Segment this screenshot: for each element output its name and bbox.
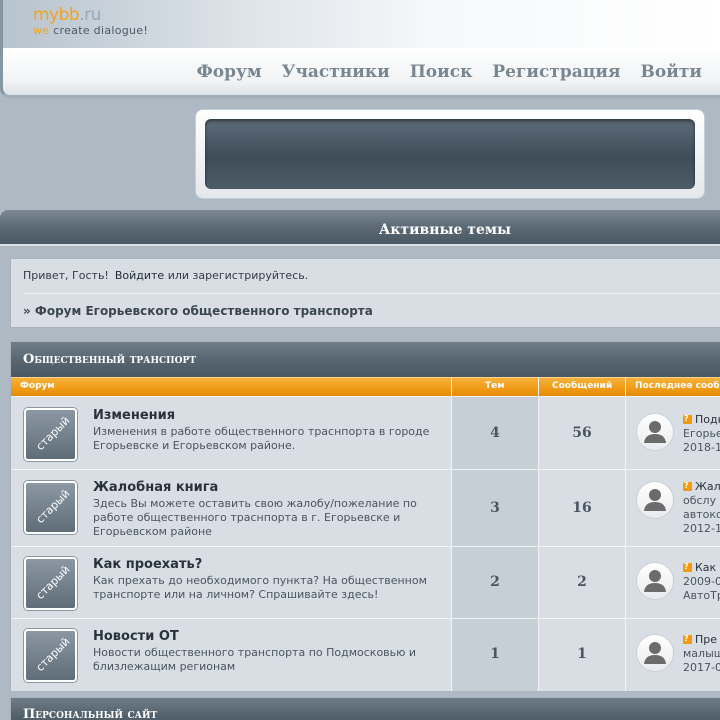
logo-tagline: we create dialogue! — [33, 24, 149, 37]
forum-name-link[interactable]: Как проехать? — [93, 557, 202, 572]
last-post-topic-link[interactable]: Подк — [695, 413, 720, 426]
last-post-line: автоко — [683, 508, 720, 521]
column-divider — [625, 377, 626, 691]
forum-description: Новости общественного транспорта по Подм… — [93, 646, 417, 673]
last-post-info: Подк Егорье 2018-1 — [683, 413, 720, 455]
forum-row: старый Изменения Изменения в работе обще… — [11, 396, 720, 469]
forum-status-icon: старый — [24, 408, 77, 461]
post-count: 56 — [572, 425, 592, 441]
post-count: 2 — [577, 574, 587, 590]
category-title[interactable]: Общественный транспорт — [23, 352, 196, 367]
topic-count: 2 — [490, 574, 500, 590]
welcome-message: Привет, Гость! Войдите или зарегистрируйт… — [23, 269, 308, 282]
last-post-info: Жал обслу автоко 2012-1 — [683, 480, 720, 536]
column-divider — [451, 377, 452, 691]
logo-brand: mybb.ru — [33, 5, 101, 25]
topic-count: 1 — [490, 646, 500, 662]
last-post-date: 2017-0 — [683, 661, 720, 674]
last-post-topic-link[interactable]: Жал — [695, 480, 720, 493]
login-link[interactable]: Войдите — [115, 269, 164, 282]
col-forum: Форум — [20, 381, 55, 391]
announcement-banner — [195, 109, 705, 199]
main-navigation: Форум Участники Поиск Регистрация Войти — [0, 48, 720, 98]
forum-description: Как прехать до необходимого пункта? На о… — [93, 574, 427, 601]
last-post-info: Как , 2009-0 АвтоТр — [683, 561, 720, 603]
new-post-icon[interactable] — [683, 480, 692, 493]
last-post-line: малыш — [683, 647, 720, 660]
register-link[interactable]: зарегистрируйтесь. — [193, 269, 309, 282]
last-post-date: 2012-1 — [683, 522, 720, 535]
forum-status-icon: старый — [24, 629, 77, 682]
forum-row: старый Новости ОТ Новости общественного … — [11, 618, 720, 691]
divider — [23, 293, 720, 294]
last-post-line: обслу — [683, 494, 717, 507]
last-post-topic-link[interactable]: Пре — [695, 633, 717, 646]
or-text: или — [164, 269, 193, 282]
active-topics-link[interactable]: Активные темы — [379, 222, 511, 238]
topic-count: 4 — [490, 425, 500, 441]
forum-name-link[interactable]: Новости ОТ — [93, 629, 179, 644]
column-divider — [538, 377, 539, 691]
category-header: Общественный транспорт — [11, 342, 720, 377]
user-avatar-icon[interactable] — [637, 563, 673, 599]
welcome-panel: Привет, Гость! Войдите или зарегистрируйт… — [10, 258, 720, 328]
new-post-icon[interactable] — [683, 413, 692, 426]
forum-name-link[interactable]: Изменения — [93, 408, 175, 423]
last-post-date: 2018-1 — [683, 441, 720, 454]
last-post-line: Егорье — [683, 427, 720, 440]
nav-register[interactable]: Регистрация — [492, 62, 620, 82]
new-post-icon[interactable] — [683, 561, 692, 574]
announcement-panel — [205, 119, 695, 189]
col-topics: Тем — [485, 381, 505, 391]
nav-login[interactable]: Войти — [641, 62, 702, 82]
forum-category-header: Персональный сайт — [10, 697, 720, 720]
forum-description: Изменения в работе общественного траснпо… — [93, 425, 430, 452]
user-avatar-icon[interactable] — [637, 635, 673, 671]
forum-row: старый Как проехать? Как прехать до необ… — [11, 546, 720, 618]
column-headers: Форум Тем Сообщений Последнее сообщение — [11, 377, 720, 396]
active-topics-bar: Активные темы — [0, 210, 720, 246]
col-last-post: Последнее сообщение — [635, 381, 720, 391]
last-post-author[interactable]: АвтоТр — [683, 589, 720, 603]
forum-status-icon: старый — [24, 557, 77, 610]
breadcrumb[interactable]: » Форум Егорьевского общественного транс… — [23, 304, 373, 318]
category-title[interactable]: Персональный сайт — [23, 707, 157, 720]
forum-status-icon: старый — [24, 481, 77, 534]
greeting-text: Привет, Гость! — [23, 269, 109, 282]
post-count: 16 — [572, 500, 592, 516]
site-logo[interactable]: mybb.ru we create dialogue! — [33, 5, 149, 38]
last-post-date: 2009-0 — [683, 575, 720, 588]
topic-count: 3 — [490, 500, 500, 516]
last-post-info: Пре малыш 2017-0 — [683, 633, 720, 675]
post-count: 1 — [577, 646, 587, 662]
nav-members[interactable]: Участники — [282, 62, 390, 82]
forum-row: старый Жалобная книга Здесь Вы можете ос… — [11, 469, 720, 546]
user-avatar-icon[interactable] — [637, 414, 673, 450]
last-post-topic-link[interactable]: Как , — [695, 561, 720, 574]
user-avatar-icon[interactable] — [637, 482, 673, 518]
col-posts: Сообщений — [552, 381, 613, 391]
site-header: mybb.ru we create dialogue! — [0, 0, 720, 48]
nav-search[interactable]: Поиск — [410, 62, 473, 82]
new-post-icon[interactable] — [683, 633, 692, 646]
forum-description: Здесь Вы можете оставить свою жалобу/пож… — [93, 497, 417, 538]
forum-category: Общественный транспорт Форум Тем Сообщен… — [10, 341, 720, 691]
nav-forum[interactable]: Форум — [197, 62, 262, 82]
forum-name-link[interactable]: Жалобная книга — [93, 480, 218, 495]
